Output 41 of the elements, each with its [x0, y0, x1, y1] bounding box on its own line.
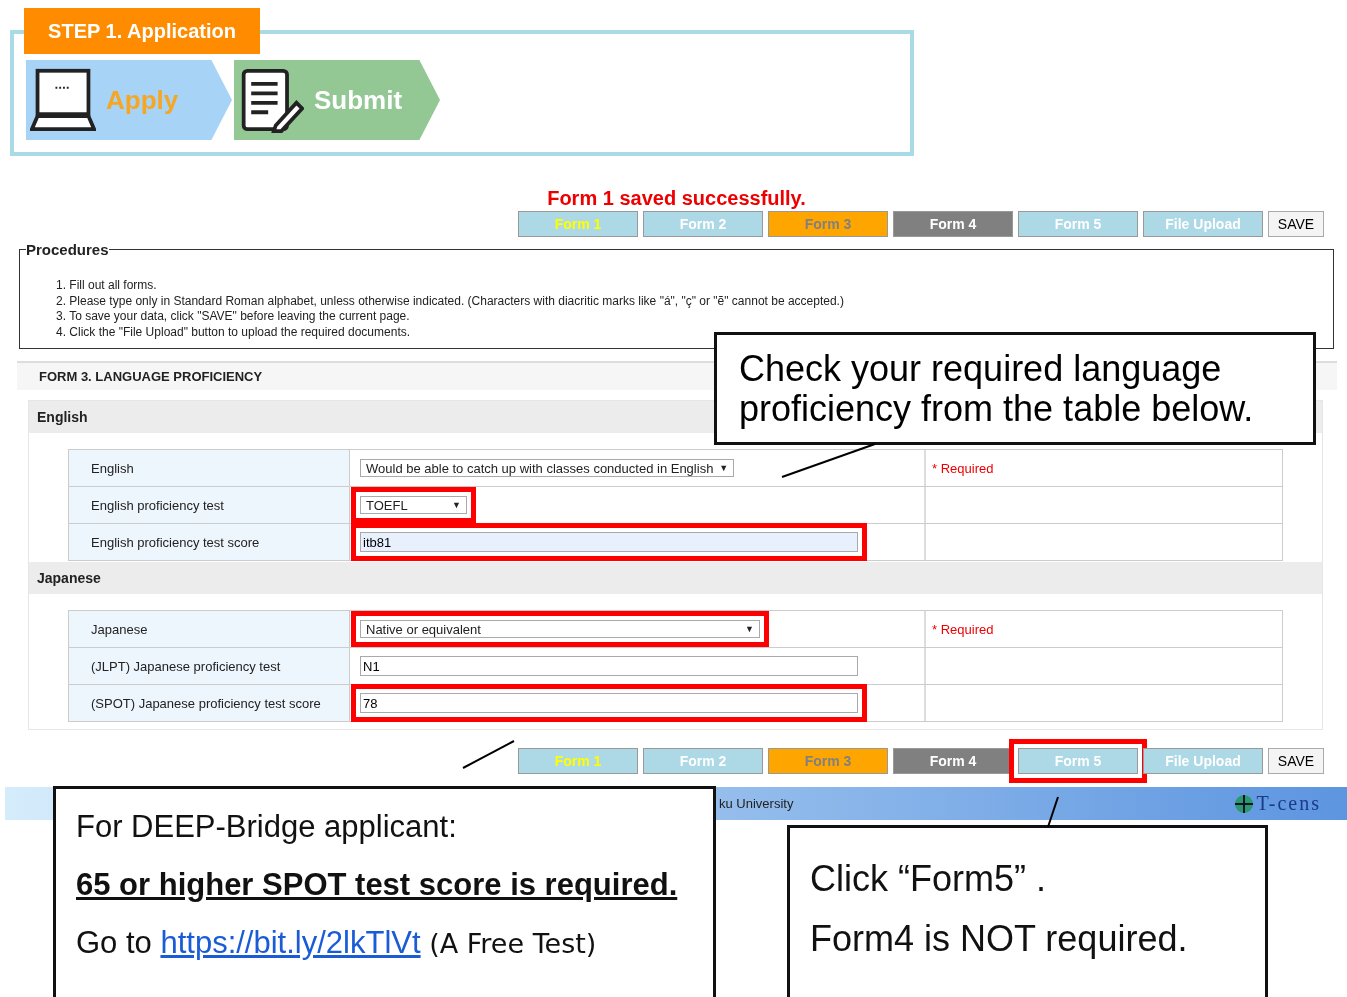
procedure-item: 3. To save your data, click "SAVE" before leaving the current page.	[56, 309, 411, 325]
input-field[interactable]: N1	[360, 656, 858, 676]
field-label: English	[69, 450, 350, 486]
input-field[interactable]: itb81	[360, 532, 858, 552]
procedure-item: 4. Click the "File Upload" button to upload the required documents.	[56, 324, 412, 340]
required-note: * Required	[932, 621, 994, 637]
procedures-title: Procedures	[26, 241, 109, 258]
stage-label: Submit	[314, 84, 403, 116]
globe-icon	[1234, 793, 1255, 814]
dropdown[interactable]: Would be able to catch up with classes conducted in English ▼	[360, 459, 735, 477]
section-heading: Japanese	[29, 562, 1322, 594]
stage-label: Apply	[106, 84, 179, 116]
field-label: English proficiency test score	[69, 524, 350, 560]
callout-text: Click “Form5” .	[810, 858, 1047, 900]
test-link[interactable]: https://bit.ly/2lkTlVt	[160, 925, 421, 960]
leader-line	[462, 740, 516, 770]
callout-text: For DEEP-Bridge applicant:	[76, 809, 458, 845]
form-tab[interactable]: Form 3	[768, 211, 888, 237]
field-label: Japanese	[69, 611, 350, 647]
laptop-icon	[30, 67, 96, 133]
procedure-item: 1. Fill out all forms.	[56, 278, 158, 294]
success-message: Form 1 saved successfully.	[546, 187, 807, 210]
field-label: (SPOT) Japanese proficiency test score	[69, 685, 350, 721]
callout-text: Go to https://bit.ly/2lkTlVt (A Free Test)	[76, 925, 598, 961]
save-button[interactable]: SAVE	[1268, 748, 1324, 774]
dropdown[interactable]: TOEFL ▼	[360, 496, 467, 514]
field-label: English proficiency test	[69, 487, 350, 523]
leader-line	[1046, 796, 1060, 828]
input-field[interactable]: 78	[360, 693, 858, 713]
callout-text: Form4 is NOT required.	[810, 918, 1189, 960]
required-note: * Required	[932, 460, 994, 476]
footer-text: ku University	[719, 796, 794, 811]
field-label: (JLPT) Japanese proficiency test	[69, 648, 350, 684]
logo-text: T-cens	[1256, 792, 1321, 815]
procedure-item: 2. Please type only in Standard Roman alphabet, unless otherwise indicated. (Characters with diacritic marks like "á", "ç" or "ẽ" cannot be accepted.)	[56, 293, 845, 309]
save-button[interactable]: SAVE	[1268, 211, 1324, 237]
form-tab[interactable]: Form 3	[768, 748, 888, 774]
callout-emphasis: 65 or higher SPOT test score is required.	[76, 867, 679, 903]
dropdown[interactable]: Native or equivalent ▼	[360, 620, 760, 638]
form-tab[interactable]: Form 4	[893, 211, 1013, 237]
step-badge: STEP 1. Application	[24, 8, 260, 54]
